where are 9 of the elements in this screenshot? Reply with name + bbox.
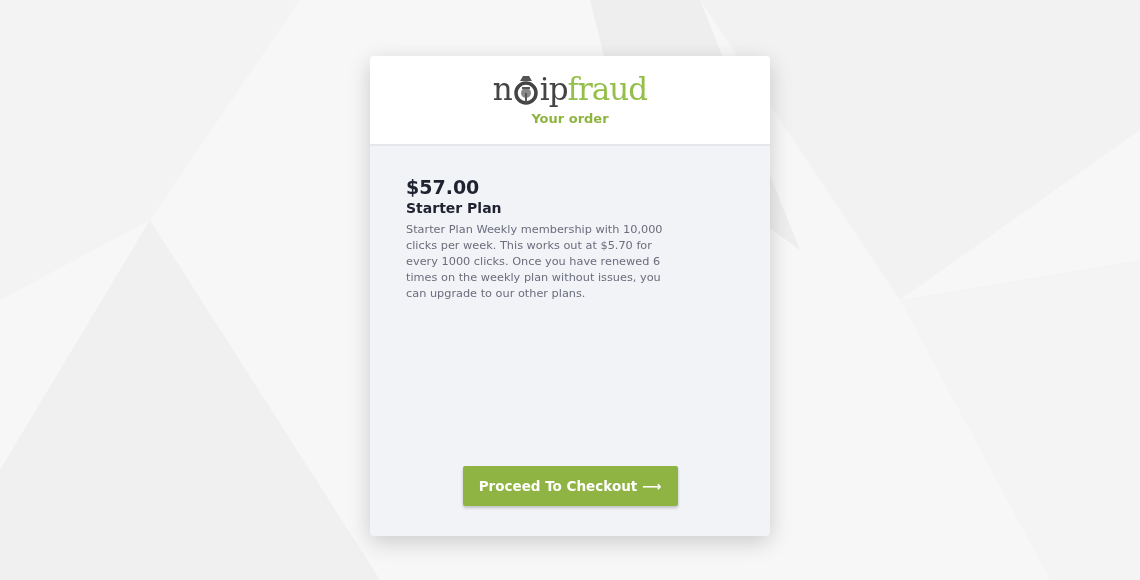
logo-text: fraud bbox=[567, 74, 648, 105]
plan-description: Starter Plan Weekly membership with 10,000 clicks per week. This works out at $5.70 for every 1000 clicks. Once you have renewed 6 times on the weekly plan without issues, you can upgrade to our other plans. bbox=[406, 222, 664, 302]
checkout-button[interactable]: Proceed To Checkout ⟶ bbox=[462, 466, 678, 506]
logo-text: n bbox=[492, 74, 512, 105]
price: $57.00 bbox=[406, 176, 481, 198]
plan-name: Starter Plan bbox=[406, 200, 503, 216]
magnifier-icon bbox=[512, 74, 539, 105]
header-subtitle: Your order bbox=[531, 111, 609, 126]
logo-text: ip bbox=[539, 74, 568, 105]
